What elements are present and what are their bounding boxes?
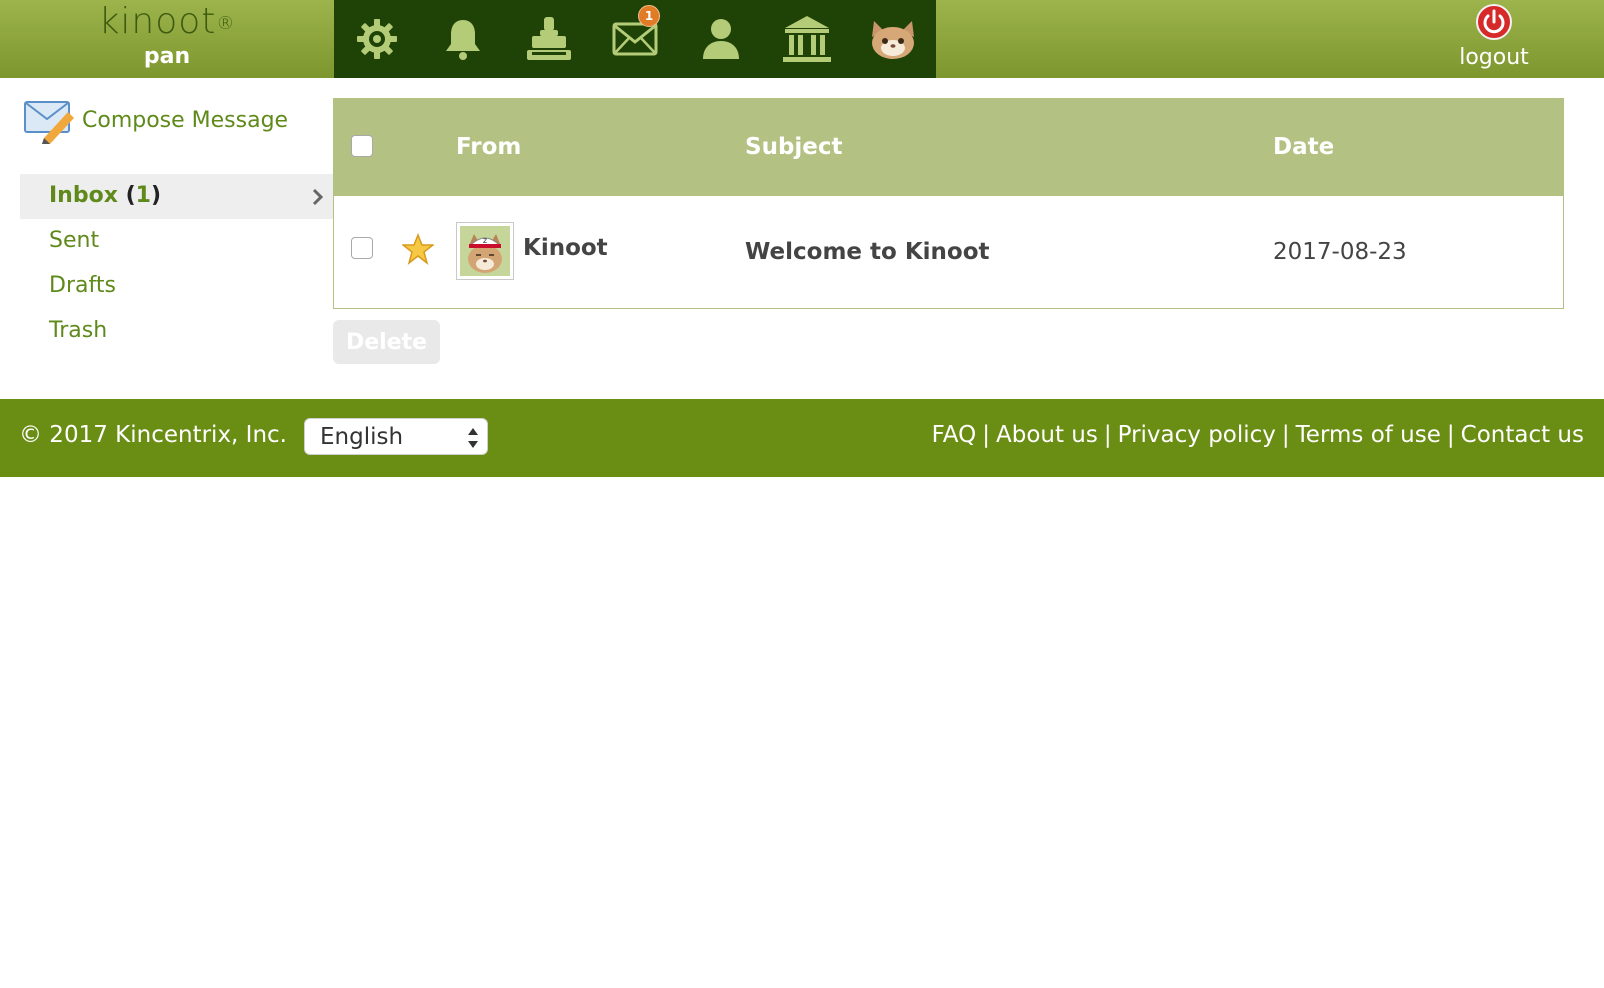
folder-label: Sent (49, 228, 100, 253)
footer-links: FAQ | About us | Privacy policy | Terms of use… (932, 421, 1584, 449)
message-table: From Subject Date z Kinoot Welcome to Ki… (333, 98, 1564, 309)
star-icon[interactable] (400, 232, 436, 269)
row-checkbox[interactable] (351, 237, 373, 259)
logo: kinoot® (98, 1, 236, 42)
folder-inbox[interactable]: Inbox (1) (20, 174, 334, 219)
person-icon (701, 17, 741, 61)
top-header: kinoot® pan 1 logout (0, 0, 1604, 78)
column-subject[interactable]: Subject (745, 133, 843, 161)
message-date: 2017-08-23 (1273, 239, 1407, 265)
logout-button[interactable]: logout (1446, 0, 1542, 78)
folder-sent[interactable]: Sent (20, 219, 334, 264)
table-row[interactable]: z Kinoot Welcome to Kinoot 2017-08-23 (334, 196, 1563, 308)
copyright: © 2017 Kincentrix, Inc. (19, 422, 287, 448)
gear-icon (354, 16, 400, 62)
compose-label: Compose Message (82, 108, 289, 133)
logout-label: logout (1459, 45, 1529, 70)
faq-link[interactable]: FAQ (932, 422, 977, 448)
unread-badge: 1 (638, 5, 660, 27)
cat-face-icon (868, 17, 918, 61)
privacy-policy-link[interactable]: Privacy policy (1118, 422, 1276, 448)
message-subject[interactable]: Welcome to Kinoot (745, 238, 990, 266)
folder-label: Trash (49, 318, 108, 343)
column-from[interactable]: From (456, 133, 521, 161)
delete-button[interactable]: Delete (333, 320, 440, 364)
folder-label: Drafts (49, 273, 116, 298)
mail-icon (612, 22, 658, 56)
separator: | (1281, 422, 1290, 448)
column-date[interactable]: Date (1273, 133, 1334, 161)
stamp-nav-button[interactable] (506, 0, 592, 78)
table-header: From Subject Date (334, 99, 1563, 196)
compose-icon (24, 98, 74, 148)
bell-icon (441, 16, 485, 62)
separator: | (982, 422, 990, 448)
nav-icon-bar: 1 (334, 0, 936, 78)
power-icon (1476, 4, 1512, 44)
svg-text:z: z (483, 236, 487, 245)
language-value: English (320, 424, 404, 450)
terms-of-use-link[interactable]: Terms of use (1296, 422, 1441, 448)
settings-nav-button[interactable] (334, 0, 420, 78)
stamp-icon (523, 14, 575, 64)
select-arrows-icon (467, 427, 479, 453)
bank-nav-button[interactable] (764, 0, 850, 78)
folder-trash[interactable]: Trash (20, 309, 334, 354)
separator: | (1446, 422, 1455, 448)
profile-nav-button[interactable] (678, 0, 764, 78)
folder-drafts[interactable]: Drafts (20, 264, 334, 309)
select-all-checkbox[interactable] (351, 135, 373, 157)
sender-name: Kinoot (523, 235, 608, 261)
pet-nav-button[interactable] (850, 0, 936, 78)
avatar: z (456, 222, 514, 280)
cat-avatar-icon: z (460, 226, 510, 276)
separator: | (1103, 422, 1112, 448)
about-us-link[interactable]: About us (996, 422, 1098, 448)
brand[interactable]: kinoot® pan (0, 0, 334, 78)
language-select[interactable]: English (304, 418, 488, 455)
username: pan (143, 44, 191, 69)
footer: © 2017 Kincentrix, Inc. English FAQ | Abou… (0, 399, 1604, 477)
bank-icon (781, 14, 833, 64)
messages-nav-button[interactable]: 1 (592, 0, 678, 78)
notifications-nav-button[interactable] (420, 0, 506, 78)
compose-message-button[interactable]: Compose Message (24, 96, 324, 146)
inbox-count: 1 (135, 183, 151, 208)
folder-label: Inbox (1) (49, 183, 162, 208)
contact-us-link[interactable]: Contact us (1461, 422, 1584, 448)
chevron-right-icon (312, 188, 324, 210)
